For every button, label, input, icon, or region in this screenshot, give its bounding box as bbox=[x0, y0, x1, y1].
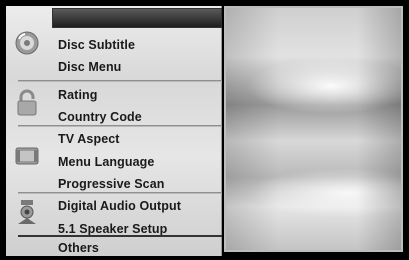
disc-icon bbox=[14, 30, 40, 56]
menu-item-digital-audio-output[interactable]: Digital Audio Output bbox=[58, 195, 218, 217]
speaker-icon bbox=[14, 198, 40, 224]
menu-separator bbox=[18, 125, 222, 127]
setup-menu: Disc Subtitle Disc Menu Rating Country C… bbox=[6, 6, 222, 256]
menu-item-others[interactable]: Others bbox=[58, 237, 218, 259]
setup-screen: Disc Subtitle Disc Menu Rating Country C… bbox=[0, 0, 409, 260]
lock-icon bbox=[14, 88, 40, 116]
menu-separator bbox=[18, 192, 222, 194]
menu-item-disc-menu[interactable]: Disc Menu bbox=[58, 56, 218, 78]
menu-separator bbox=[18, 80, 222, 82]
menu-item-rating[interactable]: Rating bbox=[58, 84, 218, 106]
menu-item-disc-subtitle[interactable]: Disc Subtitle bbox=[58, 34, 218, 56]
menu-title-bar bbox=[52, 8, 222, 28]
menu-item-tv-aspect[interactable]: TV Aspect bbox=[58, 128, 218, 150]
preview-area bbox=[224, 6, 403, 252]
menu-item-menu-language[interactable]: Menu Language bbox=[58, 151, 218, 173]
display-icon bbox=[14, 144, 40, 170]
